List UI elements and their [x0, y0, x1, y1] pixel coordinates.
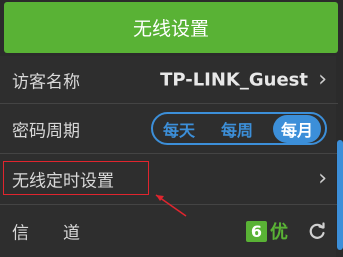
divider [0, 103, 338, 104]
page-title: 无线设置 [4, 2, 338, 53]
scrollbar[interactable] [337, 140, 343, 250]
channel-label: 信 道 [12, 223, 80, 244]
period-option-weekly[interactable]: 每周 [215, 117, 259, 141]
password-period-segmented-control[interactable]: 每天 每周 每月 [151, 112, 327, 145]
refresh-icon[interactable] [307, 221, 327, 241]
red-arrow-annotation [155, 194, 187, 217]
divider [0, 153, 338, 154]
password-period-row: 密码周期 每天 每周 每月 [0, 104, 336, 153]
channel-quality: 6 优 [245, 218, 288, 244]
chevron-right-icon: › [318, 166, 327, 191]
guest-name-row[interactable]: 访客名称 TP-LINK_Guest › [0, 56, 336, 103]
channel-quality-text: 优 [270, 222, 288, 243]
settings-screen: 无线设置 访客名称 TP-LINK_Guest › 密码周期 每天 每周 每月 … [0, 0, 343, 257]
guest-name-label: 访客名称 [12, 72, 80, 92]
period-option-daily[interactable]: 每天 [157, 117, 201, 141]
annotation-highlight-box [3, 161, 149, 195]
period-option-monthly[interactable]: 每月 [272, 114, 321, 143]
chevron-right-icon: › [318, 66, 327, 92]
channel-number-badge: 6 [245, 220, 267, 242]
password-period-label: 密码周期 [12, 121, 80, 141]
guest-name-value: TP-LINK_Guest [160, 69, 308, 90]
